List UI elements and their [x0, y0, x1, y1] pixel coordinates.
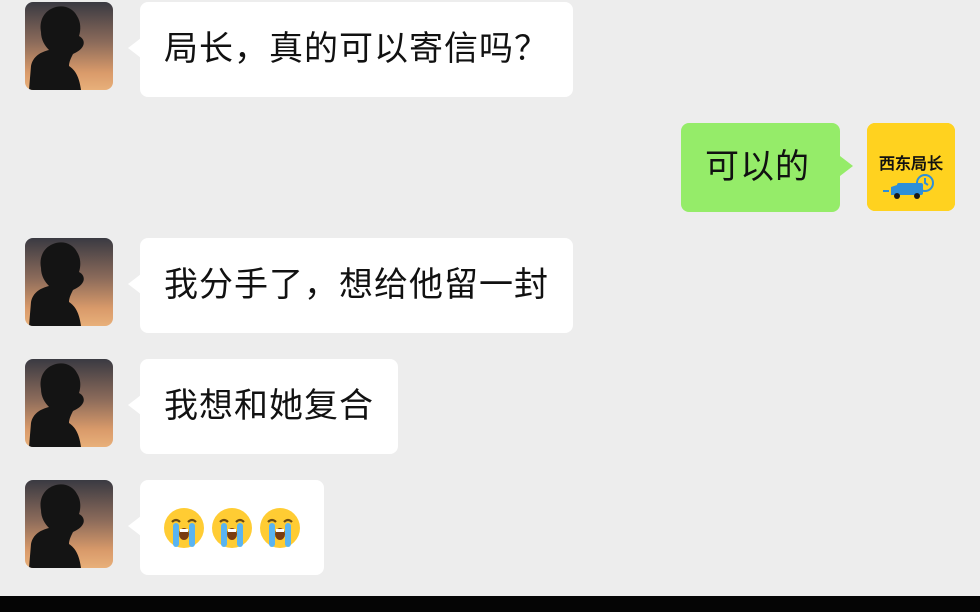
silhouette-sunset-avatar-icon: [25, 238, 113, 326]
self-avatar[interactable]: 西东局长: [867, 123, 955, 211]
logo-text: 西东局长: [879, 154, 944, 173]
loudly-crying-face-icon: [260, 507, 300, 548]
chat-area: 局长，真的可以寄信吗？ 可以的 西东局长 我分手了，想给他留一封 我想和她复合: [0, 0, 980, 596]
message-row: 可以的 西东局长: [0, 120, 980, 220]
contact-avatar[interactable]: [25, 359, 113, 447]
silhouette-sunset-avatar-icon: [25, 480, 113, 568]
incoming-message[interactable]: 我想和她复合: [140, 359, 398, 454]
outgoing-message[interactable]: 可以的: [681, 123, 840, 212]
message-row: 局长，真的可以寄信吗？: [0, 0, 980, 100]
emoji-group: [162, 480, 302, 575]
contact-avatar[interactable]: [25, 480, 113, 568]
incoming-message[interactable]: 我分手了，想给他留一封: [140, 238, 573, 333]
incoming-emoji-message[interactable]: [140, 480, 324, 575]
silhouette-sunset-avatar-icon: [25, 2, 113, 90]
message-row: 我分手了，想给他留一封: [0, 236, 980, 336]
bubble-tail: [840, 156, 853, 176]
mail-truck-logo-icon: 西东局长: [867, 123, 955, 211]
loudly-crying-face-icon: [212, 507, 252, 548]
contact-avatar[interactable]: [25, 2, 113, 90]
loudly-crying-face-icon: [164, 507, 204, 548]
contact-avatar[interactable]: [25, 238, 113, 326]
bottom-bar: [0, 596, 980, 612]
message-row: 我想和她复合: [0, 357, 980, 457]
silhouette-sunset-avatar-icon: [25, 359, 113, 447]
message-row: [0, 478, 980, 578]
incoming-message[interactable]: 局长，真的可以寄信吗？: [140, 2, 573, 97]
